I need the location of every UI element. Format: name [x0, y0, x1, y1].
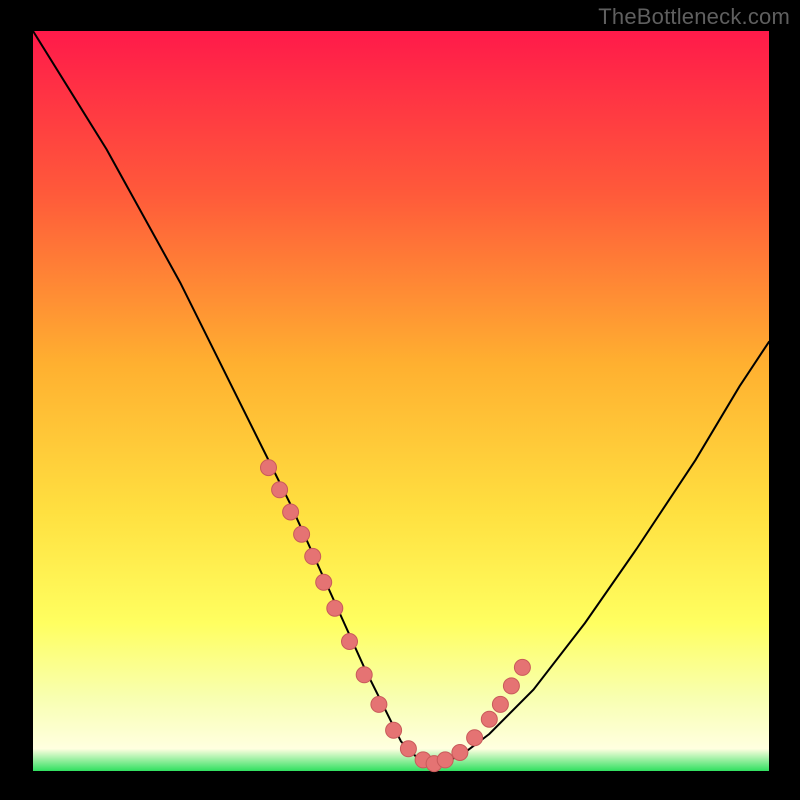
chart-frame: TheBottleneck.com [0, 0, 800, 800]
data-point [386, 722, 402, 738]
data-point [481, 711, 497, 727]
data-point [294, 526, 310, 542]
data-point [316, 574, 332, 590]
data-point [371, 696, 387, 712]
bottleneck-chart [0, 0, 800, 800]
data-point [400, 741, 416, 757]
data-point [305, 548, 321, 564]
data-point [327, 600, 343, 616]
plot-background [33, 31, 769, 771]
data-point [467, 730, 483, 746]
data-point [503, 678, 519, 694]
data-point [492, 696, 508, 712]
attribution-text: TheBottleneck.com [598, 4, 790, 30]
data-point [342, 634, 358, 650]
data-point [437, 752, 453, 768]
data-point [514, 659, 530, 675]
data-point [452, 745, 468, 761]
data-point [356, 667, 372, 683]
data-point [272, 482, 288, 498]
data-point [261, 460, 277, 476]
data-point [283, 504, 299, 520]
